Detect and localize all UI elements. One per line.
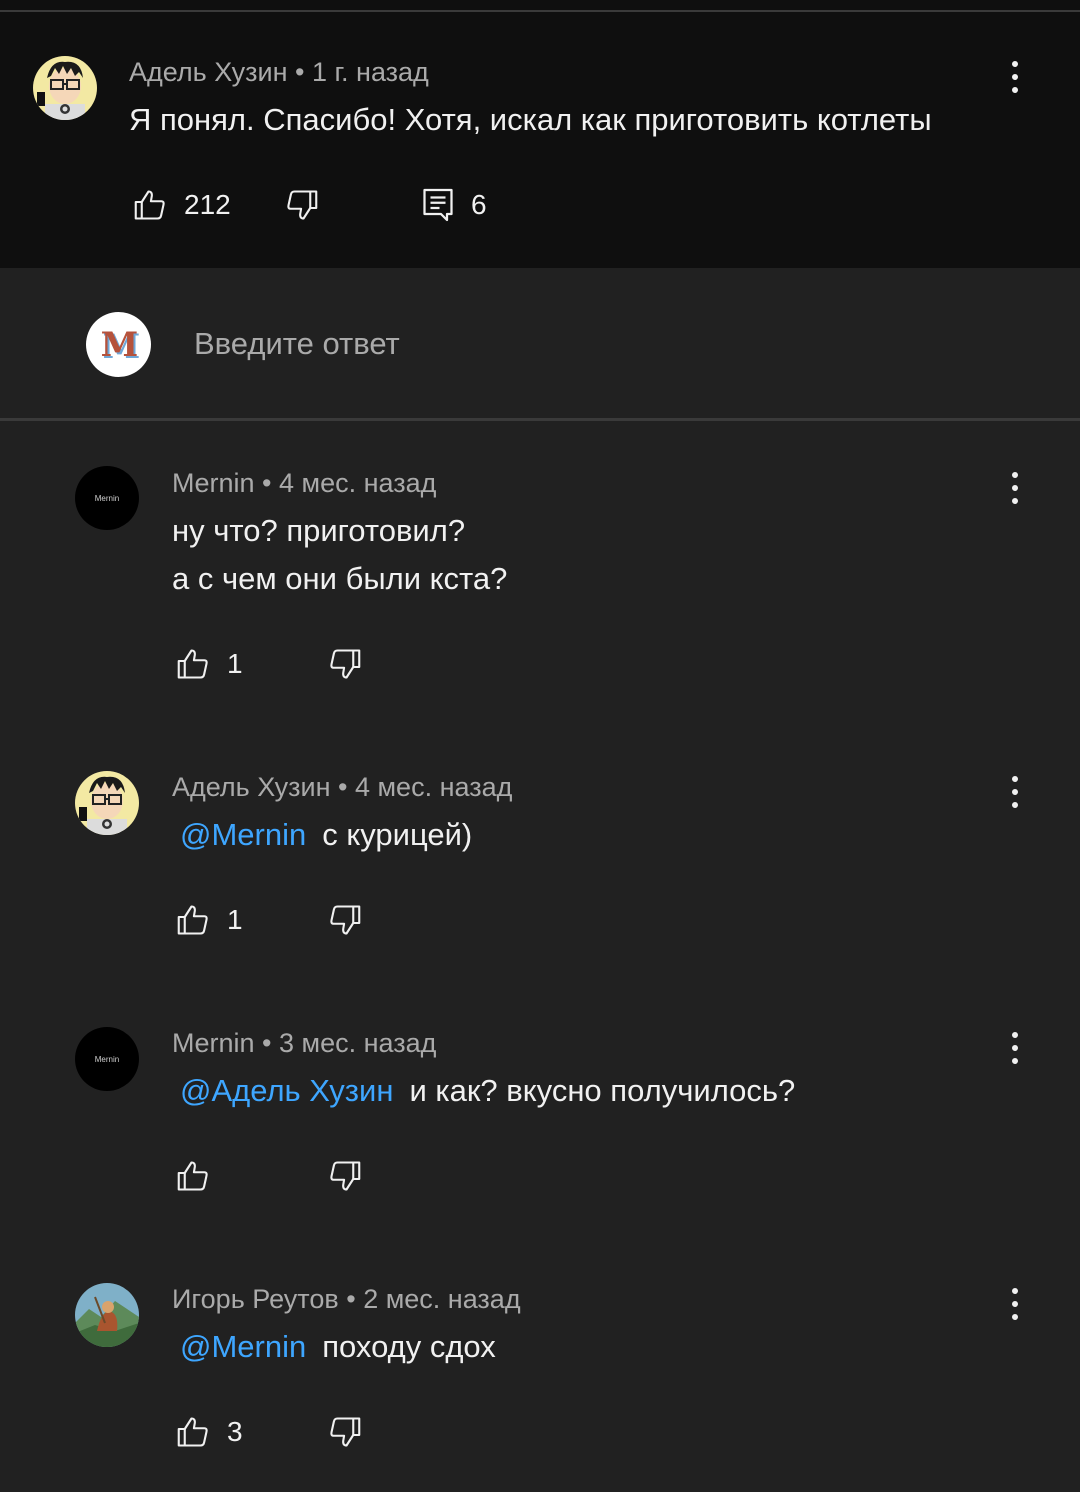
comment-text-line: ну что? приготовил? bbox=[172, 513, 466, 548]
like-button[interactable]: 1 bbox=[175, 644, 243, 684]
meta-separator: • bbox=[254, 1028, 279, 1058]
comment-icon bbox=[423, 188, 453, 222]
dislike-button[interactable] bbox=[327, 644, 363, 684]
dislike-button[interactable] bbox=[327, 1412, 363, 1452]
comment-meta: Игорь Реутов • 2 мес. назад bbox=[172, 1284, 521, 1315]
comment-body: с курицей) bbox=[322, 817, 473, 852]
meta-separator: • bbox=[287, 57, 312, 87]
comment-meta: Mernin • 4 мес. назад bbox=[172, 468, 436, 499]
reply-bar: M bbox=[0, 268, 1080, 421]
mention-link[interactable]: @Mernin bbox=[180, 1329, 306, 1364]
like-button[interactable]: 212 bbox=[132, 185, 231, 225]
mernin-avatar-icon[interactable]: Mernin bbox=[75, 1027, 139, 1091]
cartoon-avatar-icon[interactable] bbox=[33, 56, 97, 120]
replies-count: 6 bbox=[471, 189, 487, 220]
more-options-icon[interactable] bbox=[1007, 1030, 1023, 1070]
comment-time[interactable]: 4 мес. назад bbox=[279, 468, 436, 498]
cartoon-avatar-icon[interactable] bbox=[75, 771, 139, 835]
like-button[interactable]: 3 bbox=[175, 1412, 243, 1452]
comment-time[interactable]: 1 г. назад bbox=[312, 57, 429, 87]
thumb-up-icon bbox=[177, 649, 208, 679]
thumb-down-icon bbox=[330, 1417, 361, 1447]
parent-comment: Адель Хузин • 1 г. назад Я понял. Спасиб… bbox=[0, 12, 1080, 268]
comment-body: и как? вкусно получилось? bbox=[409, 1073, 796, 1108]
comment-time[interactable]: 3 мес. назад bbox=[279, 1028, 436, 1058]
reply-input[interactable] bbox=[194, 326, 894, 362]
meta-separator: • bbox=[338, 1284, 364, 1314]
mernin-avatar-icon[interactable]: Mernin bbox=[75, 466, 139, 530]
like-button[interactable] bbox=[175, 1156, 227, 1196]
comment-author[interactable]: Адель Хузин bbox=[129, 57, 288, 87]
comment-text: @Mernin с курицей) bbox=[172, 811, 472, 859]
avatar-text: Mernin bbox=[94, 1054, 120, 1064]
thumb-up-icon bbox=[177, 1161, 208, 1191]
comment-meta: Адель Хузин • 1 г. назад bbox=[129, 57, 429, 88]
more-options-icon[interactable] bbox=[1007, 470, 1023, 510]
meta-separator: • bbox=[330, 772, 355, 802]
like-count: 3 bbox=[227, 1416, 243, 1447]
meta-separator: • bbox=[254, 468, 279, 498]
comment-meta: Mernin • 3 мес. назад bbox=[172, 1028, 436, 1059]
like-count: 212 bbox=[184, 189, 231, 220]
mention-link[interactable]: @Адель Хузин bbox=[180, 1073, 393, 1108]
comment-text: @Mernin походу сдох bbox=[172, 1323, 496, 1371]
thumb-down-icon bbox=[330, 905, 361, 935]
avatar-letter: M bbox=[100, 324, 139, 365]
comment-author[interactable]: Игорь Реутов bbox=[172, 1284, 339, 1314]
comment-author[interactable]: Адель Хузин bbox=[172, 772, 331, 802]
more-options-icon[interactable] bbox=[1007, 1286, 1023, 1326]
fantasy-avatar-icon[interactable] bbox=[75, 1283, 139, 1347]
avatar-text: Mernin bbox=[94, 493, 120, 503]
dislike-button[interactable] bbox=[327, 1156, 363, 1196]
replies-button[interactable]: 6 bbox=[421, 185, 487, 225]
comment-time[interactable]: 4 мес. назад bbox=[355, 772, 512, 802]
thumb-down-icon bbox=[287, 190, 318, 220]
mention-link[interactable]: @Mernin bbox=[180, 817, 306, 852]
comment-text: @Адель Хузин и как? вкусно получилось? bbox=[172, 1067, 795, 1115]
more-options-icon[interactable] bbox=[1007, 774, 1023, 814]
comment-author[interactable]: Mernin bbox=[172, 1028, 255, 1058]
comment-text: Я понял. Спасибо! Хотя, искал как пригот… bbox=[129, 102, 932, 137]
comment-author[interactable]: Mernin bbox=[172, 468, 255, 498]
comment-text-line: а с чем они были кста? bbox=[172, 561, 508, 596]
user-avatar-icon[interactable]: M bbox=[86, 312, 151, 377]
comment-time[interactable]: 2 мес. назад bbox=[363, 1284, 520, 1314]
more-options-icon[interactable] bbox=[1007, 59, 1023, 99]
thumb-up-icon bbox=[177, 905, 208, 935]
dislike-button[interactable] bbox=[327, 900, 363, 940]
like-button[interactable]: 1 bbox=[175, 900, 243, 940]
comment-body: походу сдох bbox=[322, 1329, 496, 1364]
thumb-down-icon bbox=[330, 649, 361, 679]
like-count: 1 bbox=[227, 904, 243, 935]
top-divider bbox=[0, 0, 1080, 12]
comment-meta: Адель Хузин • 4 мес. назад bbox=[172, 772, 512, 803]
thumb-up-icon bbox=[177, 1417, 208, 1447]
thumb-up-icon bbox=[134, 190, 165, 220]
dislike-button[interactable] bbox=[284, 185, 320, 225]
like-count: 1 bbox=[227, 648, 243, 679]
thumb-down-icon bbox=[330, 1161, 361, 1191]
